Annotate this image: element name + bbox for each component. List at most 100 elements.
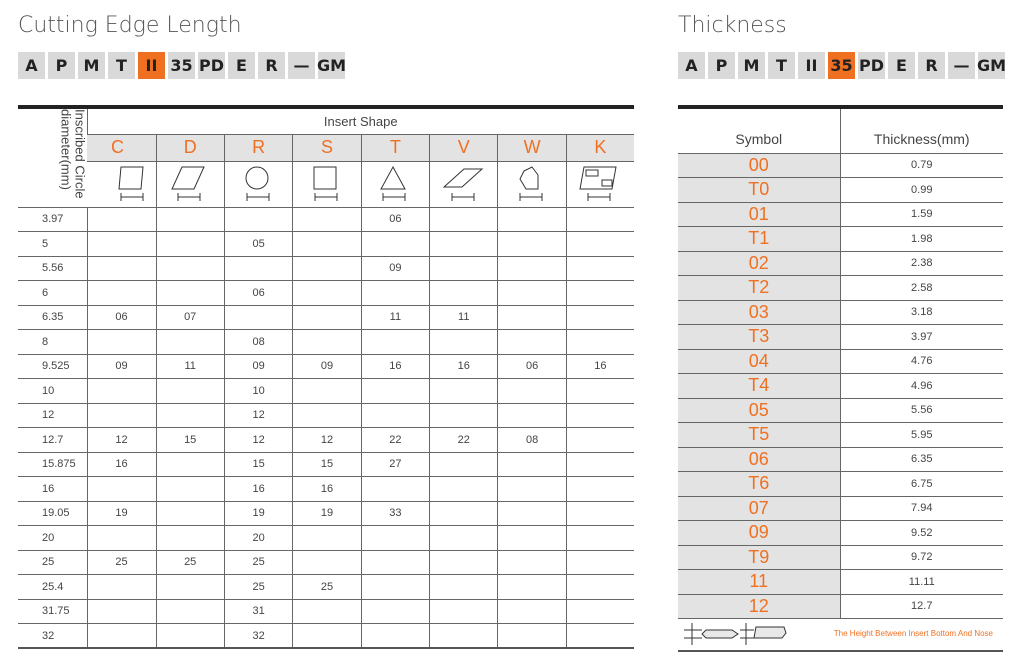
cell: [565, 403, 634, 428]
cutting-edge-table: Inscribed Circle diameter(mm) Insert Sha…: [18, 105, 634, 649]
code-box: PD: [198, 52, 225, 79]
cell: [155, 599, 225, 624]
cell: [565, 550, 634, 575]
cell: [565, 231, 634, 257]
cell: [429, 599, 498, 624]
cell: [155, 574, 225, 600]
cell: 06: [86, 305, 156, 330]
diameter-cell: 6: [18, 280, 87, 306]
cell: [292, 378, 362, 404]
cell: [86, 256, 156, 281]
cell: 11: [360, 305, 430, 330]
cell: 16: [360, 354, 430, 379]
table-row: 09 9.52: [678, 520, 1003, 546]
cell: 19: [86, 501, 156, 526]
symbol-cell: T4: [678, 373, 841, 399]
cell: 31: [223, 599, 293, 624]
cell: [86, 280, 156, 306]
table-row: 6.35 06 07 11 11: [18, 305, 634, 330]
symbol-cell: 09: [678, 520, 841, 546]
cell: [360, 280, 430, 306]
table-row: 10 10: [18, 378, 634, 404]
cell: 16: [86, 452, 156, 477]
cell: 16: [223, 476, 293, 502]
cell: [86, 378, 156, 404]
code-box: —: [948, 52, 975, 79]
shape-w-icon: [519, 165, 543, 201]
cell: [429, 574, 498, 600]
shape-letter-v: V: [429, 134, 498, 162]
cell: [155, 623, 225, 649]
cell: [155, 329, 225, 355]
diameter-cell: 3.97: [18, 207, 87, 232]
insert-shape-header: Insert Shape: [86, 107, 634, 135]
thickness-cell: 9.52: [840, 520, 1003, 546]
thickness-cell: 3.18: [840, 300, 1003, 325]
thickness-cell: 0.99: [840, 177, 1003, 203]
diameter-cell: 25.4: [18, 574, 87, 600]
symbol-cell: 07: [678, 496, 841, 521]
thickness-cell: 1.98: [840, 226, 1003, 252]
table-row: 25 25 25 25: [18, 550, 634, 575]
cell: [429, 231, 498, 257]
cell: [497, 452, 567, 477]
symbol-cell: 02: [678, 251, 841, 276]
shape-letter-t: T: [360, 134, 430, 162]
cell: 05: [223, 231, 293, 257]
cell: 27: [360, 452, 430, 477]
cell: [565, 574, 634, 600]
thickness-cell: 3.97: [840, 324, 1003, 350]
cell: [155, 378, 225, 404]
cell: [292, 525, 362, 551]
thickness-cell: 1.59: [840, 202, 1003, 227]
diameter-cell: 19.05: [18, 501, 87, 526]
code-box: M: [738, 52, 765, 79]
shape-letter-c: C: [87, 134, 156, 162]
cell: 06: [223, 280, 293, 306]
cell: [429, 378, 498, 404]
cell: [429, 476, 498, 502]
cell: 19: [223, 501, 293, 526]
cell: [360, 623, 430, 649]
table-row: 32 32: [18, 623, 634, 649]
cell: [155, 231, 225, 257]
diameter-cell: 12.7: [18, 427, 87, 453]
diameter-cell: 20: [18, 525, 87, 551]
code-box: T: [768, 52, 795, 79]
diameter-cell: 16: [18, 476, 87, 502]
cell: [86, 476, 156, 502]
table-row: 5 05: [18, 231, 634, 257]
insert-height-icon: [684, 623, 787, 646]
symbol-cell: 11: [678, 569, 841, 595]
cell: [497, 574, 567, 600]
thickness-cell: 5.95: [840, 422, 1003, 448]
cell: [223, 256, 293, 281]
cell: [429, 623, 498, 649]
table-row: T2 2.58: [678, 275, 1003, 301]
table-row: 25.4 25 25: [18, 574, 634, 600]
code-box: M: [78, 52, 105, 79]
table-row: T0 0.99: [678, 177, 1003, 203]
cell: [360, 329, 430, 355]
cell: [155, 501, 225, 526]
cell: 25: [292, 574, 362, 600]
code-box: A: [18, 52, 45, 79]
cell: [155, 476, 225, 502]
code-box: A: [678, 52, 705, 79]
cell: [565, 305, 634, 330]
cell: 25: [155, 550, 225, 575]
cutting-edge-title: Cutting Edge Length: [18, 13, 242, 38]
cell: 25: [86, 550, 156, 575]
cell: [360, 525, 430, 551]
shape-letter-k: K: [565, 134, 634, 162]
thickness-cell: 2.38: [840, 251, 1003, 276]
symbol-cell: 00: [678, 153, 841, 178]
code-box: GM: [317, 52, 346, 79]
table-row: T1 1.98: [678, 226, 1003, 252]
thickness-title: Thickness: [678, 13, 787, 38]
cell: [292, 207, 362, 232]
table-row: 3.97 06: [18, 207, 634, 232]
cell: [86, 525, 156, 551]
symbol-cell: T0: [678, 177, 841, 203]
thickness-cell: 7.94: [840, 496, 1003, 521]
